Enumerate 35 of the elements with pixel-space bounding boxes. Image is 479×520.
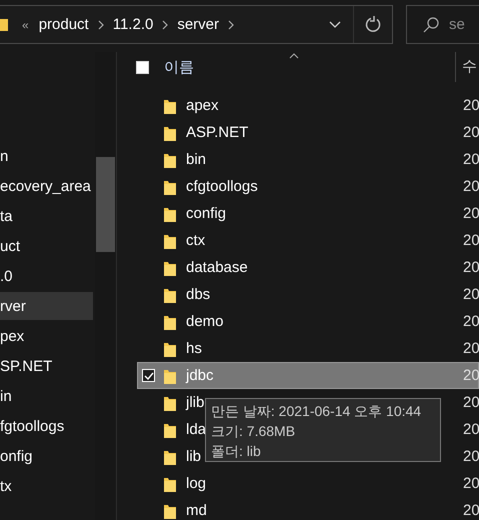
table-cell: 20 bbox=[463, 448, 479, 465]
file-name: config bbox=[186, 205, 226, 222]
file-name: ctx bbox=[186, 232, 206, 249]
table-cell: 20 bbox=[463, 205, 479, 222]
table-cell: 20 bbox=[463, 313, 479, 330]
tooltip-line: 만든 날짜: 2021-06-14 오후 10:44 bbox=[211, 402, 422, 420]
table-cell: 20 bbox=[463, 367, 479, 384]
file-name: dbs bbox=[186, 286, 210, 303]
table-cell: 20 bbox=[463, 124, 479, 141]
table-cell: 20 bbox=[463, 475, 479, 492]
file-name: jdbc bbox=[186, 367, 214, 384]
file-name: ASP.NET bbox=[186, 124, 248, 141]
file-name: cfgtoollogs bbox=[186, 178, 258, 195]
file-name: lib bbox=[186, 448, 202, 465]
table-cell: 20 bbox=[463, 97, 479, 114]
table-cell: 20 bbox=[463, 178, 479, 195]
file-name: database bbox=[186, 259, 248, 276]
file-name: demo bbox=[186, 313, 224, 330]
table-cell: 20 bbox=[463, 394, 479, 411]
file-name: apex bbox=[186, 97, 219, 114]
file-name: log bbox=[186, 475, 206, 492]
tooltip-line: 폴더: lib bbox=[211, 442, 262, 460]
file-name: hs bbox=[186, 340, 202, 357]
table-cell: 20 bbox=[463, 340, 479, 357]
tooltip-line: 크기: 7.68MB bbox=[211, 422, 296, 440]
table-cell: 20 bbox=[463, 286, 479, 303]
table-cell: 20 bbox=[463, 232, 479, 249]
file-name: md bbox=[186, 502, 207, 519]
file-name: jlib bbox=[186, 394, 204, 411]
table-cell: 20 bbox=[463, 259, 479, 276]
table-cell: 20 bbox=[463, 502, 479, 519]
file-name: bin bbox=[186, 151, 206, 168]
table-cell: 20 bbox=[463, 151, 479, 168]
table-cell: 20 bbox=[463, 421, 479, 438]
file-name: lda bbox=[186, 421, 206, 438]
